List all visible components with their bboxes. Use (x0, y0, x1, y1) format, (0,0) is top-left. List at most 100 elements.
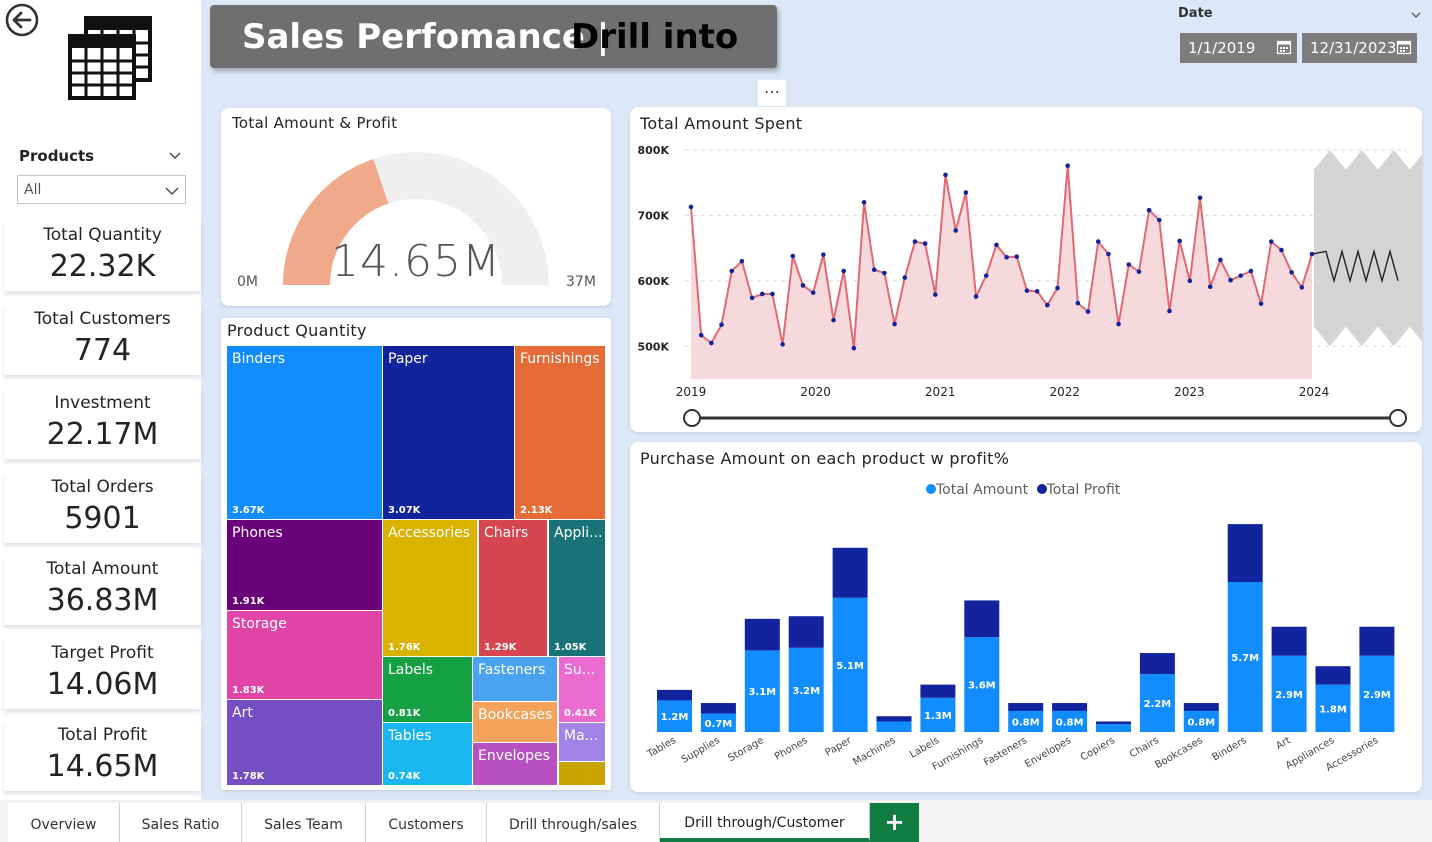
tab-overview[interactable]: Overview (8, 803, 120, 842)
bar-total-amount[interactable] (876, 721, 912, 732)
line-point[interactable] (983, 273, 989, 278)
line-point[interactable] (1207, 284, 1213, 290)
line-point[interactable] (821, 252, 826, 257)
bar-total-amount[interactable] (1096, 724, 1131, 732)
line-point[interactable] (688, 204, 694, 210)
tab-customers[interactable]: Customers (366, 803, 487, 842)
line-point[interactable] (963, 190, 969, 195)
treemap-tile[interactable]: Tables 0.74K (383, 723, 472, 785)
line-point[interactable] (1116, 321, 1121, 327)
line-point[interactable] (1004, 255, 1009, 260)
line-point[interactable] (994, 242, 999, 248)
line-point[interactable] (800, 283, 806, 288)
line-point[interactable] (1258, 301, 1264, 307)
products-dropdown[interactable]: All (17, 175, 186, 204)
treemap-tile[interactable]: Furnishings 2.13K (515, 346, 605, 519)
back-arrow-icon[interactable] (5, 3, 39, 37)
line-chart-card[interactable]: Total Amount Spent 800K 700K 600K 500K 2019 2… (630, 107, 1422, 432)
line-point[interactable] (729, 268, 735, 274)
line-point[interactable] (1014, 254, 1020, 259)
line-point[interactable] (933, 292, 938, 297)
treemap-tile[interactable]: Binders 3.67K (227, 346, 382, 519)
bar-total-profit[interactable] (1315, 666, 1351, 685)
line-point[interactable] (1085, 309, 1091, 314)
date-start-input[interactable]: 1/1/2019 (1180, 33, 1297, 63)
line-point[interactable] (709, 340, 714, 346)
line-point[interactable] (1034, 289, 1040, 294)
line-point[interactable] (1238, 273, 1244, 278)
line-point[interactable] (1146, 207, 1152, 213)
line-point[interactable] (1197, 195, 1203, 201)
more-options-icon[interactable]: ⋯ (758, 80, 786, 106)
line-point[interactable] (1045, 302, 1050, 308)
line-point[interactable] (922, 241, 928, 246)
line-point[interactable] (759, 291, 765, 297)
line-point[interactable] (851, 345, 857, 351)
tab-sales-ratio[interactable]: Sales Ratio (120, 803, 242, 842)
line-point[interactable] (698, 332, 704, 338)
treemap-tile[interactable]: Labels 0.81K (383, 657, 472, 722)
tab-drill-through-customer[interactable]: Drill through/Customer (660, 803, 870, 842)
line-point[interactable] (1218, 257, 1223, 263)
line-point[interactable] (943, 172, 948, 178)
treemap-tile[interactable]: Fasteners (473, 657, 557, 701)
line-point[interactable] (1126, 262, 1132, 267)
treemap-tile[interactable]: Envelopes (473, 743, 557, 785)
line-point[interactable] (770, 291, 775, 297)
line-point[interactable] (719, 322, 724, 327)
line-point[interactable] (1177, 238, 1182, 244)
line-point[interactable] (912, 239, 918, 244)
tab-drill-through-sales[interactable]: Drill through/sales (487, 803, 660, 842)
treemap-tile[interactable]: Chairs 1.29K (479, 520, 547, 656)
date-end-input[interactable]: 12/31/2023 (1302, 33, 1417, 63)
line-point[interactable] (1136, 269, 1142, 274)
chevron-down-icon[interactable] (168, 148, 182, 162)
gauge-card[interactable]: Total Amount & Profit 14.65M 0M 37M (221, 108, 611, 306)
bar-total-profit[interactable] (1008, 703, 1044, 711)
line-point[interactable] (861, 200, 867, 205)
line-point[interactable] (790, 253, 796, 259)
add-page-button[interactable]: + (870, 803, 919, 842)
treemap-tile[interactable]: Su... 0.41K (559, 657, 605, 722)
line-point[interactable] (1106, 251, 1111, 257)
bar-total-profit[interactable] (1359, 626, 1395, 656)
tab-sales-team[interactable]: Sales Team (242, 803, 366, 842)
treemap-tile[interactable]: Art 1.78K (227, 700, 382, 785)
bar-total-profit[interactable] (1096, 721, 1131, 725)
bar-total-profit[interactable] (1227, 524, 1263, 582)
line-point[interactable] (973, 294, 979, 299)
treemap-tile[interactable]: Appli... 1.05K (549, 520, 605, 656)
treemap-tile[interactable]: Paper 3.07K (383, 346, 514, 519)
bar-total-profit[interactable] (920, 684, 956, 698)
line-point[interactable] (1268, 239, 1274, 244)
line-point[interactable] (831, 317, 836, 323)
slider-handle-start[interactable] (683, 409, 701, 427)
bar-total-profit[interactable] (1183, 703, 1219, 711)
line-point[interactable] (1024, 288, 1030, 293)
treemap-tile[interactable]: Phones 1.91K (227, 520, 382, 610)
bar-total-profit[interactable] (832, 547, 868, 598)
treemap-tile[interactable]: Accessories 1.76K (383, 520, 477, 656)
line-point[interactable] (953, 228, 958, 233)
line-point[interactable] (1156, 217, 1162, 223)
line-point[interactable] (1095, 239, 1101, 244)
line-point[interactable] (902, 275, 908, 280)
line-point[interactable] (749, 295, 755, 301)
line-point[interactable] (739, 258, 745, 264)
bar-total-profit[interactable] (788, 616, 824, 648)
treemap-tile[interactable]: Storage 1.83K (227, 611, 382, 699)
line-point[interactable] (1167, 308, 1172, 314)
bar-chart-card[interactable]: Purchase Amount on each product w profit… (630, 442, 1422, 792)
line-point[interactable] (882, 270, 887, 276)
line-point[interactable] (1228, 277, 1233, 283)
bar-total-profit[interactable] (876, 716, 912, 722)
calendar-icon[interactable] (1396, 39, 1412, 55)
line-point[interactable] (1065, 163, 1070, 169)
bar-total-profit[interactable] (1139, 653, 1175, 675)
line-point[interactable] (1248, 268, 1254, 274)
bar-total-profit[interactable] (700, 703, 736, 714)
bar-total-profit[interactable] (964, 600, 1000, 638)
bar-total-profit[interactable] (1271, 626, 1307, 656)
line-point[interactable] (841, 268, 847, 274)
line-point[interactable] (1299, 285, 1305, 290)
